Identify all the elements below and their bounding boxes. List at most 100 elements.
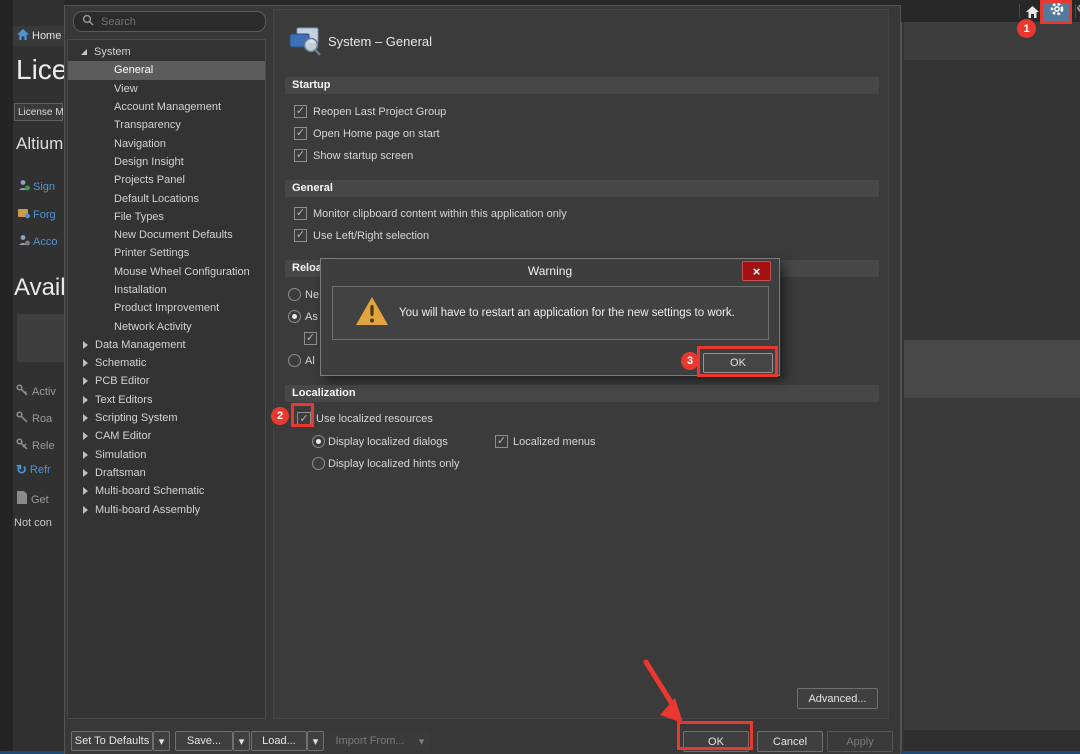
radio-display-localized-dialogs[interactable]: [312, 435, 325, 448]
tree-item[interactable]: CAM Editor: [68, 427, 265, 445]
annotation-badge-3: 3: [681, 352, 699, 370]
tree-item[interactable]: Multi-board Assembly: [68, 500, 265, 518]
collapsed-icon: [83, 414, 88, 422]
collapsed-icon: [83, 359, 88, 367]
cancel-button[interactable]: Cancel: [757, 731, 823, 752]
tree-item-general[interactable]: General: [68, 61, 265, 79]
annotation-box-use-localized: [291, 403, 314, 427]
checkbox-label: Reopen Last Project Group: [313, 106, 446, 118]
get-license-link[interactable]: Get: [16, 491, 49, 509]
page-title: System – General: [328, 34, 432, 49]
close-button[interactable]: ×: [742, 261, 771, 281]
annotation-box-warning-ok: [697, 346, 778, 377]
collapsed-icon: [83, 506, 88, 514]
section-header-general: General: [285, 180, 879, 197]
tree-item[interactable]: Data Management: [68, 336, 265, 354]
radio-label: Ne: [305, 289, 319, 301]
radio-reload-option-3[interactable]: [288, 354, 301, 367]
tree-item[interactable]: Navigation: [68, 134, 265, 152]
sign-in-icon: [18, 178, 30, 196]
annotation-badge-2: 2: [271, 407, 289, 425]
import-from-dropdown: ▾: [413, 731, 430, 751]
save-button[interactable]: Save...: [175, 731, 233, 751]
tree-item[interactable]: Text Editors: [68, 391, 265, 409]
radio-display-localized-hints[interactable]: [312, 457, 325, 470]
roam-link[interactable]: Roa: [16, 410, 52, 428]
checkbox-left-right-selection[interactable]: ✓: [294, 229, 307, 242]
release-link[interactable]: Rele: [16, 437, 55, 455]
tree-item[interactable]: File Types: [68, 208, 265, 226]
tree-item-system[interactable]: System: [68, 43, 265, 61]
warning-dialog-title: Warning: [321, 259, 779, 284]
annotation-box-gear: [1040, 0, 1072, 24]
tree-item[interactable]: Design Insight: [68, 153, 265, 171]
load-button[interactable]: Load...: [251, 731, 307, 751]
checkbox-label: Localized menus: [513, 436, 596, 448]
collapsed-icon: [83, 451, 88, 459]
collapsed-icon: [83, 432, 88, 440]
checkbox-open-home-page[interactable]: ✓: [294, 127, 307, 140]
tree-item[interactable]: Mouse Wheel Configuration: [68, 263, 265, 281]
checkbox-reopen-last-project-group[interactable]: ✓: [294, 105, 307, 118]
background-band: [904, 340, 1080, 398]
tree-item[interactable]: Account Management: [68, 98, 265, 116]
tree-item[interactable]: Schematic: [68, 354, 265, 372]
activate-link[interactable]: Activ: [16, 383, 56, 401]
save-dropdown[interactable]: ▾: [233, 731, 250, 751]
chevron-down-icon: ▾: [159, 735, 165, 748]
licenses-heading: Lice: [16, 54, 64, 86]
tree-item[interactable]: New Document Defaults: [68, 226, 265, 244]
checkbox-localized-menus[interactable]: ✓: [495, 435, 508, 448]
refresh-link[interactable]: ↻ Refr: [16, 464, 51, 476]
radio-label: Al: [305, 355, 315, 367]
preferences-dialog: System General View Account Management T…: [64, 5, 901, 754]
home-document-tab[interactable]: Home: [13, 26, 64, 46]
checkbox-monitor-clipboard[interactable]: ✓: [294, 207, 307, 220]
tree-item[interactable]: View: [68, 80, 265, 98]
chevron-down-icon: ▾: [313, 735, 319, 748]
checkbox-label: Use Left/Right selection: [313, 230, 429, 242]
tree-item[interactable]: Product Improvement: [68, 299, 265, 317]
home-tab-label: Home: [32, 30, 61, 42]
background-band: [904, 398, 1080, 730]
refresh-icon: ↻: [16, 464, 27, 476]
toolbar-divider: [1019, 4, 1020, 18]
advanced-button[interactable]: Advanced...: [797, 688, 878, 709]
tree-item[interactable]: Installation: [68, 281, 265, 299]
search-input[interactable]: [99, 15, 253, 29]
document-icon: [16, 491, 28, 509]
collapsed-icon: [83, 396, 88, 404]
collapsed-icon: [83, 377, 88, 385]
radio-reload-option-1[interactable]: [288, 288, 301, 301]
app-window: Home Lice License M Altium Sign Forg Acc…: [0, 0, 1080, 754]
chevron-down-icon: ▾: [419, 735, 425, 748]
connection-status-text: Not con: [14, 517, 52, 529]
forgot-password-icon: [18, 206, 30, 224]
collapsed-icon: [83, 341, 88, 349]
tree-item[interactable]: Scripting System: [68, 409, 265, 427]
tree-item[interactable]: Multi-board Schematic: [68, 482, 265, 500]
tree-item[interactable]: Printer Settings: [68, 244, 265, 262]
licenses-grid-fragment: [17, 314, 64, 362]
set-to-defaults-button[interactable]: Set To Defaults: [71, 731, 153, 751]
tree-item[interactable]: Draftsman: [68, 464, 265, 482]
checkbox-reload-sub-option[interactable]: ✓: [304, 332, 317, 345]
warning-triangle-icon: [355, 295, 389, 332]
load-dropdown[interactable]: ▾: [307, 731, 324, 751]
radio-reload-option-2[interactable]: [288, 310, 301, 323]
tree-item[interactable]: Default Locations: [68, 189, 265, 207]
tree-item[interactable]: Projects Panel: [68, 171, 265, 189]
checkbox-show-startup-screen[interactable]: ✓: [294, 149, 307, 162]
tree-item[interactable]: Transparency: [68, 116, 265, 134]
forgot-password-link[interactable]: Forg: [18, 206, 56, 224]
account-link[interactable]: Acco: [18, 233, 57, 251]
background-workspace: [900, 0, 1080, 754]
tree-item[interactable]: Network Activity: [68, 317, 265, 335]
tree-item[interactable]: PCB Editor: [68, 372, 265, 390]
warning-message: You will have to restart an application …: [399, 287, 764, 339]
license-management-tab[interactable]: License M: [14, 103, 63, 121]
sign-in-link[interactable]: Sign: [18, 178, 55, 196]
set-to-defaults-dropdown[interactable]: ▾: [153, 731, 170, 751]
apply-button: Apply: [827, 731, 893, 752]
tree-item[interactable]: Simulation: [68, 446, 265, 464]
